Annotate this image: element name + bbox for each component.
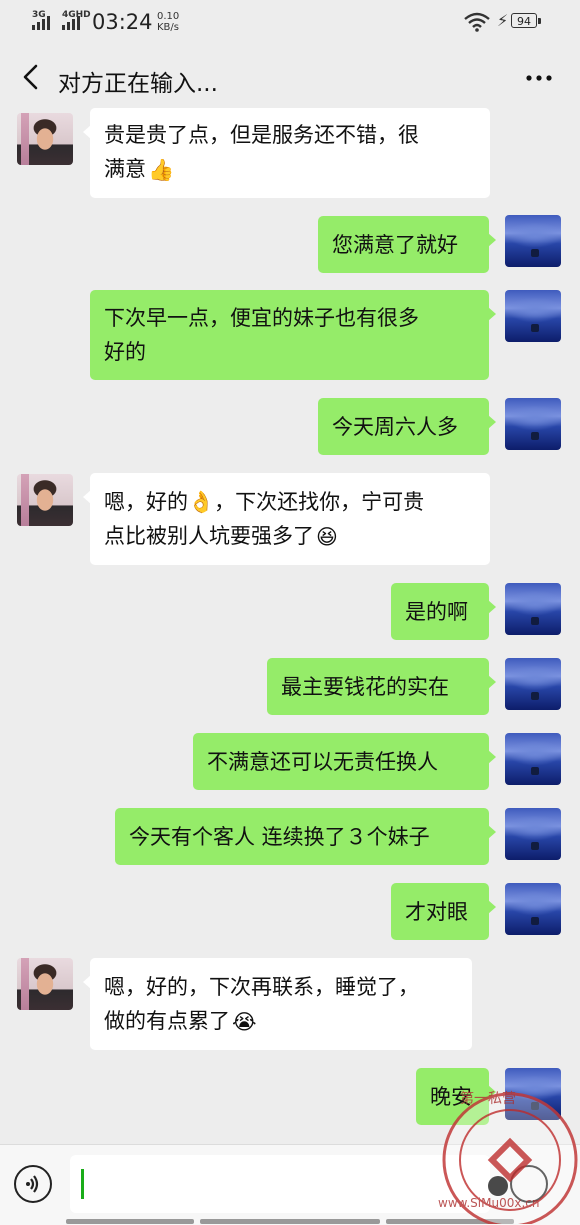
message-bubble-out[interactable]: 不满意还可以无责任换人 [193, 733, 496, 790]
message-bubble-in[interactable]: 嗯，好的，下次再联系，睡觉了， 做的有点累了😭 [83, 958, 472, 1050]
message-bubble-in[interactable]: 嗯，好的👌，下次还找你，宁可贵 点比被别人坑要强多了😆 [83, 473, 490, 565]
signal-bars-1-icon [32, 16, 50, 30]
charging-icon: ⚡ [497, 11, 509, 30]
text-cursor [81, 1169, 84, 1199]
watermark-top-text: 第一私营 [460, 1091, 516, 1107]
message-text: 最主要钱花的实在 [281, 674, 449, 699]
net-speed: 0.10 KB/s [157, 11, 179, 33]
my-avatar[interactable] [505, 808, 561, 860]
message-text: 做的有点累了 [104, 1009, 230, 1033]
nav-indicator [200, 1219, 380, 1224]
my-avatar[interactable] [505, 583, 561, 635]
battery-icon: 94 [511, 13, 541, 28]
message-text: 下次早一点，便宜的妹子也有很多 [104, 306, 419, 330]
message-bubble-out[interactable]: 今天周六人多 [318, 398, 496, 455]
my-avatar[interactable] [505, 398, 561, 450]
contact-avatar[interactable] [17, 474, 73, 526]
chat-title: 对方正在输入... [58, 71, 218, 97]
message-bubble-out[interactable]: 才对眼 [391, 883, 496, 940]
signal-bars-2-icon [62, 16, 80, 30]
net-speed-value: 0.10 [157, 11, 180, 22]
message-bubble-out[interactable]: 下次早一点，便宜的妹子也有很多 好的 [90, 290, 496, 380]
message-text: 好的 [104, 340, 146, 364]
message-bubble-out[interactable]: 最主要钱花的实在 [267, 658, 496, 715]
message-input[interactable] [70, 1155, 490, 1213]
net-speed-unit: KB/s [157, 22, 179, 33]
message-text: 今天有个客人 连续换了３个妹子 [129, 824, 430, 849]
thumbs-up-emoji-icon: 👍 [148, 158, 175, 182]
clock: 03:24 [92, 10, 153, 34]
my-avatar[interactable] [505, 290, 561, 342]
more-dots-icon[interactable] [522, 66, 556, 90]
watermark-seal: 第一私营 www.SiMu00x.cn [430, 1068, 580, 1224]
message-text: 您满意了就好 [332, 232, 458, 257]
message-text: 满意 [104, 157, 146, 181]
my-avatar[interactable] [505, 215, 561, 267]
chat-header: 对方正在输入... [0, 46, 580, 110]
watermark-bottom-text: www.SiMu00x.cn [438, 1196, 540, 1210]
wifi-icon [464, 12, 490, 32]
message-bubble-out[interactable]: 您满意了就好 [318, 216, 496, 273]
grinning-emoji-icon: 😆 [316, 525, 338, 549]
back-chevron-left-icon[interactable] [16, 60, 46, 94]
status-bar: 3G 4GHD 03:24 0.10 KB/s ⚡ 94 [0, 0, 580, 46]
message-text: 嗯，好的👌，下次还找你，宁可贵 [104, 490, 425, 514]
contact-avatar[interactable] [17, 113, 73, 165]
message-text: 才对眼 [405, 899, 468, 924]
message-bubble-out[interactable]: 今天有个客人 连续换了３个妹子 [115, 808, 496, 865]
my-avatar[interactable] [505, 733, 561, 785]
contact-avatar[interactable] [17, 958, 73, 1010]
message-text: 不满意还可以无责任换人 [207, 749, 438, 774]
my-avatar[interactable] [505, 883, 561, 935]
message-text: 是的啊 [405, 599, 468, 624]
message-bubble-out[interactable]: 是的啊 [391, 583, 496, 640]
crying-laughing-emoji-icon: 😭 [232, 1010, 257, 1034]
nav-indicator [66, 1219, 194, 1224]
message-text: 贵是贵了点，但是服务还不错，很 [104, 123, 419, 147]
message-text: 点比被别人坑要强多了 [104, 524, 314, 548]
message-bubble-in[interactable]: 贵是贵了点，但是服务还不错，很 满意👍 [83, 108, 490, 198]
my-avatar[interactable] [505, 658, 561, 710]
message-text: 今天周六人多 [332, 414, 458, 439]
message-text: 嗯，好的，下次再联系，睡觉了， [104, 975, 419, 999]
voice-icon[interactable] [14, 1165, 52, 1203]
